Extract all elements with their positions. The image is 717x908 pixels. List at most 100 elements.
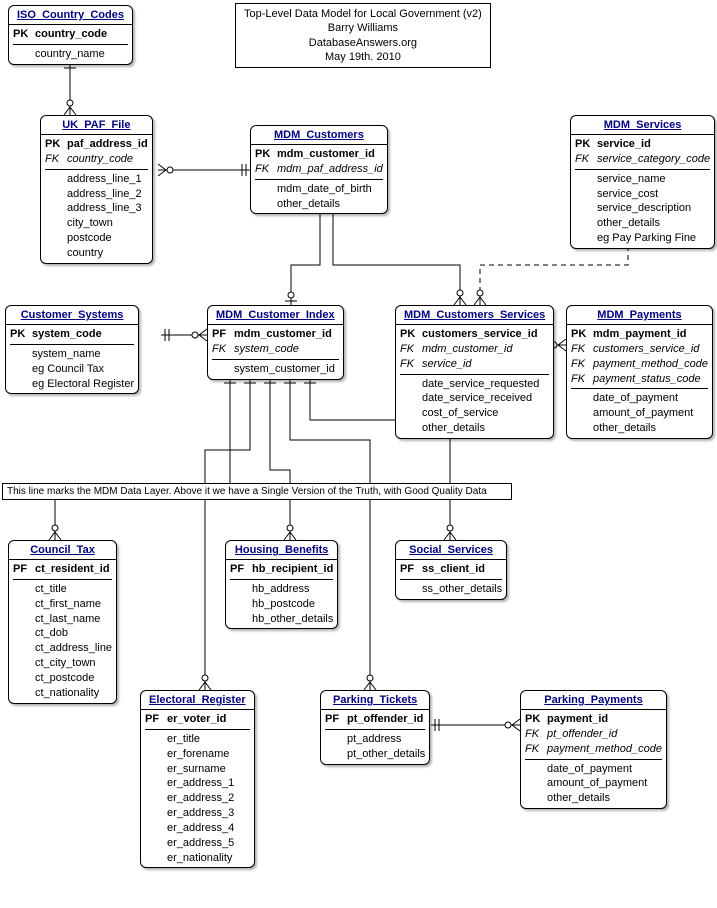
attribute: other_details xyxy=(575,216,710,231)
attribute: service_cost xyxy=(575,187,710,202)
entity-title: Parking_Tickets xyxy=(321,691,429,710)
attribute: PKmdm_customer_id xyxy=(255,147,383,162)
attribute: er_forename xyxy=(145,747,250,762)
attribute: address_line_1 xyxy=(45,172,148,187)
attribute: PFct_resident_id xyxy=(13,562,112,577)
attribute: amount_of_payment xyxy=(571,406,708,421)
attribute: FKpayment_status_code xyxy=(571,372,708,387)
attribute: FKservice_category_code xyxy=(575,152,710,167)
attribute: er_address_2 xyxy=(145,791,250,806)
attribute: PFhb_recipient_id xyxy=(230,562,333,577)
attribute: PKcustomers_service_id xyxy=(400,327,549,342)
attribute: PFss_client_id xyxy=(400,562,502,577)
entity-svc: MDM_Services PKservice_idFKservice_catego… xyxy=(570,115,715,249)
attribute: pt_address xyxy=(325,732,425,747)
attribute: system_customer_id xyxy=(212,362,339,377)
attribute: ct_address_line xyxy=(13,641,112,656)
attribute: country_name xyxy=(13,47,128,62)
attribute: ct_title xyxy=(13,582,112,597)
entity-pay: MDM_PaymentsPKmdm_payment_idFKcustomers_… xyxy=(566,305,713,439)
attribute: other_details xyxy=(400,421,549,436)
attribute: FKpt_offender_id xyxy=(525,727,662,742)
attribute: er_address_3 xyxy=(145,806,250,821)
attribute: date_service_requested xyxy=(400,377,549,392)
attribute: PFpt_offender_id xyxy=(325,712,425,727)
attribute: pt_other_details xyxy=(325,747,425,762)
entity-title: UK_PAF_File xyxy=(41,116,152,135)
attribute: ct_first_name xyxy=(13,597,112,612)
attribute: amount_of_payment xyxy=(525,776,662,791)
attribute: other_details xyxy=(571,421,708,436)
entity-pp: Parking_Payments PKpayment_idFKpt_offende… xyxy=(520,690,667,809)
entity-hb: Housing_Benefits PFhb_recipient_id hb_addr… xyxy=(225,540,338,629)
attribute: FKpayment_method_code xyxy=(525,742,662,757)
entity-title: Housing_Benefits xyxy=(226,541,337,560)
attribute: FKmdm_paf_address_id xyxy=(255,162,383,177)
attribute: hb_postcode xyxy=(230,597,333,612)
attribute: er_title xyxy=(145,732,250,747)
attribute: date_of_payment xyxy=(525,762,662,777)
attribute: PFmdm_customer_id xyxy=(212,327,339,342)
attribute: hb_other_details xyxy=(230,612,333,627)
mdm-layer-note: This line marks the MDM Data Layer. Abov… xyxy=(2,483,512,500)
entity-title: Social_Services xyxy=(396,541,506,560)
attribute: service_description xyxy=(575,201,710,216)
attribute: ct_nationality xyxy=(13,686,112,701)
attribute: system_name xyxy=(10,347,134,362)
entity-cs: MDM_Customers_Services PKcustomers_servic… xyxy=(395,305,554,439)
attribute: mdm_date_of_birth xyxy=(255,182,383,197)
entity-ss: Social_Services PFss_client_id ss_other_de… xyxy=(395,540,507,600)
attribute: city_town xyxy=(45,216,148,231)
attribute: FKpayment_method_code xyxy=(571,357,708,372)
entity-pt: Parking_Tickets PFpt_offender_id pt_addres… xyxy=(320,690,430,765)
attribute: PFer_voter_id xyxy=(145,712,250,727)
entity-title: MDM_Customers xyxy=(251,126,387,145)
attribute: service_name xyxy=(575,172,710,187)
attribute: FKcountry_code xyxy=(45,152,148,167)
entity-er: Electoral_RegisterPFer_voter_ider_titlee… xyxy=(140,690,255,868)
entity-title: Electoral_Register xyxy=(141,691,254,710)
attribute: PKsystem_code xyxy=(10,327,134,342)
attribute: date_service_received xyxy=(400,391,549,406)
attribute: er_nationality xyxy=(145,851,250,866)
attribute: hb_address xyxy=(230,582,333,597)
entity-title: Customer_Systems xyxy=(6,306,138,325)
attribute: er_address_1 xyxy=(145,776,250,791)
attribute: country xyxy=(45,246,148,261)
attribute: other_details xyxy=(255,197,383,212)
attribute: er_address_5 xyxy=(145,836,250,851)
attribute: eg Electoral Register xyxy=(10,377,134,392)
attribute: address_line_2 xyxy=(45,187,148,202)
attribute: er_address_4 xyxy=(145,821,250,836)
entity-idx: MDM_Customer_Index PFmdm_customer_idFKsys… xyxy=(207,305,344,380)
attribute: er_surname xyxy=(145,762,250,777)
attribute: address_line_3 xyxy=(45,201,148,216)
attribute: PKservice_id xyxy=(575,137,710,152)
attribute: eg Council Tax xyxy=(10,362,134,377)
attribute: FKsystem_code xyxy=(212,342,339,357)
attribute: ct_dob xyxy=(13,626,112,641)
entity-title: MDM_Services xyxy=(571,116,714,135)
attribute: FKcustomers_service_id xyxy=(571,342,708,357)
entity-title: MDM_Customers_Services xyxy=(396,306,553,325)
attribute: cost_of_service xyxy=(400,406,549,421)
attribute: ct_last_name xyxy=(13,612,112,627)
attribute: FKservice_id xyxy=(400,357,549,372)
attribute: other_details xyxy=(525,791,662,806)
entity-title: Council_Tax xyxy=(9,541,116,560)
attribute: ss_other_details xyxy=(400,582,502,597)
attribute: ct_city_town xyxy=(13,656,112,671)
entity-title: MDM_Customer_Index xyxy=(208,306,343,325)
attribute: PKcountry_code xyxy=(13,27,128,42)
attribute: PKpayment_id xyxy=(525,712,662,727)
attribute: ct_postcode xyxy=(13,671,112,686)
entity-title: Parking_Payments xyxy=(521,691,666,710)
attribute: FKmdm_customer_id xyxy=(400,342,549,357)
entity-ct: Council_Tax PFct_resident_id ct_titlect_fi… xyxy=(8,540,117,704)
attribute: postcode xyxy=(45,231,148,246)
attribute: PKmdm_payment_id xyxy=(571,327,708,342)
diagram-title: Top-Level Data Model for Local Governmen… xyxy=(235,3,491,68)
attribute: eg Pay Parking Fine xyxy=(575,231,710,246)
entity-iso: ISO_Country_Codes PKcountry_code country_n… xyxy=(8,5,133,65)
entity-title: ISO_Country_Codes xyxy=(9,6,132,25)
